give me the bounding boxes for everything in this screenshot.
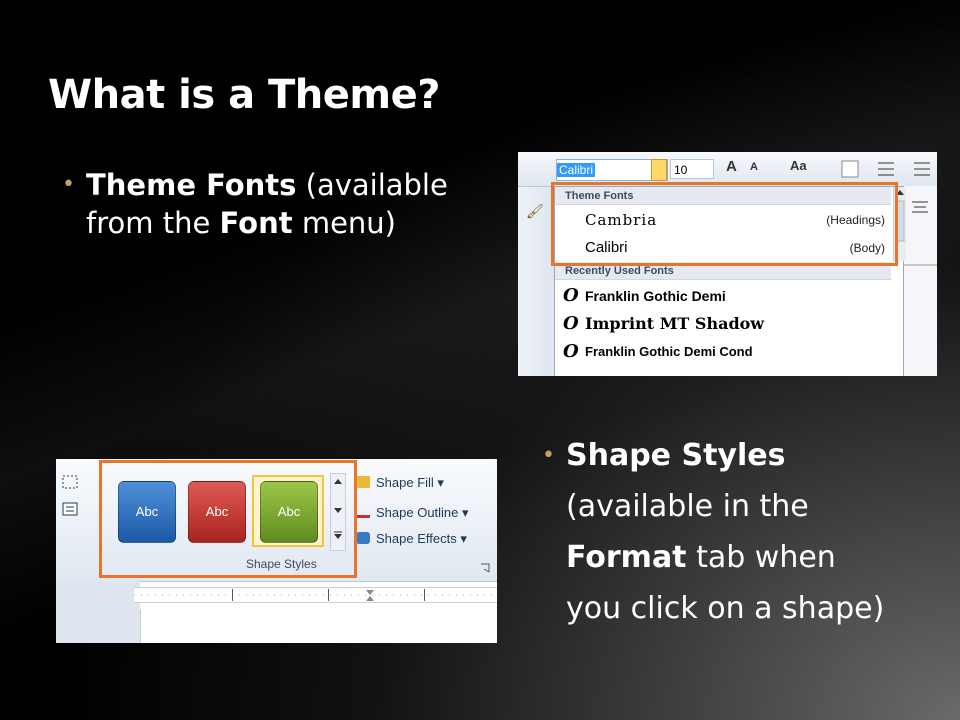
bullet-bold: Theme Fonts bbox=[86, 168, 297, 202]
shape-effects-button[interactable]: Shape Effects ▾ bbox=[356, 531, 467, 547]
opentype-icon: O bbox=[563, 341, 579, 362]
font-option-recent[interactable]: O Franklin Gothic Demi Cond bbox=[555, 338, 891, 366]
ribbon-right-edge bbox=[902, 186, 937, 376]
pen-icon bbox=[356, 503, 370, 518]
bullet-bold: Shape Styles bbox=[566, 438, 786, 473]
bullet-bold: Format bbox=[566, 540, 687, 575]
document-page bbox=[140, 609, 497, 643]
change-case-button[interactable]: Aa bbox=[790, 158, 807, 173]
bullet-dot: • bbox=[62, 172, 75, 197]
bullet-text: (available in the bbox=[566, 489, 809, 524]
font-option-name: Franklin Gothic Demi Cond bbox=[585, 344, 753, 359]
font-option-recent[interactable]: O Imprint MT Shadow bbox=[555, 310, 891, 338]
ruler-ticks bbox=[134, 589, 497, 601]
edit-shape-icons bbox=[62, 475, 78, 516]
font-name-value: Calibri bbox=[557, 163, 596, 177]
font-name-combobox[interactable]: Calibri bbox=[556, 159, 668, 181]
left-margin bbox=[56, 581, 140, 643]
font-option-recent[interactable]: O Franklin Gothic Demi bbox=[555, 282, 891, 310]
slide-title: What is a Theme? bbox=[48, 72, 440, 118]
font-size-combobox[interactable]: 10 bbox=[670, 159, 714, 179]
command-label: Shape Outline bbox=[376, 505, 459, 520]
bullet-text: menu) bbox=[292, 206, 396, 240]
command-label: Shape Effects bbox=[376, 531, 457, 546]
shape-styles-highlight bbox=[99, 460, 357, 578]
bullet-theme-fonts: • Theme Fonts (available from the Font m… bbox=[62, 166, 516, 242]
font-option-name: Imprint MT Shadow bbox=[585, 314, 765, 333]
dialog-launcher-icon[interactable] bbox=[480, 563, 490, 573]
command-label: Shape Fill bbox=[376, 475, 434, 490]
bullet-shape-styles: • Shape Styles (available in the Format … bbox=[542, 430, 896, 634]
paragraph-toolbar-icons bbox=[841, 160, 930, 178]
shape-outline-button[interactable]: Shape Outline ▾ bbox=[356, 503, 469, 521]
ruler bbox=[134, 587, 497, 603]
chevron-down-icon[interactable] bbox=[651, 159, 667, 181]
font-option-name: Franklin Gothic Demi bbox=[585, 288, 726, 304]
paint-bucket-icon bbox=[356, 476, 370, 488]
svg-text:🖌: 🖌 bbox=[526, 203, 544, 219]
shape-fill-button[interactable]: Shape Fill ▾ bbox=[356, 475, 444, 491]
shrink-font-button[interactable]: A bbox=[750, 161, 758, 173]
align-icons bbox=[902, 201, 937, 266]
bullet-bold: Font bbox=[219, 206, 293, 240]
opentype-icon: O bbox=[563, 313, 579, 334]
theme-fonts-highlight bbox=[551, 182, 898, 266]
opentype-icon: O bbox=[563, 285, 579, 306]
grow-font-button[interactable]: A bbox=[726, 158, 737, 175]
bullet-dot: • bbox=[542, 443, 555, 468]
effects-icon bbox=[356, 532, 370, 544]
